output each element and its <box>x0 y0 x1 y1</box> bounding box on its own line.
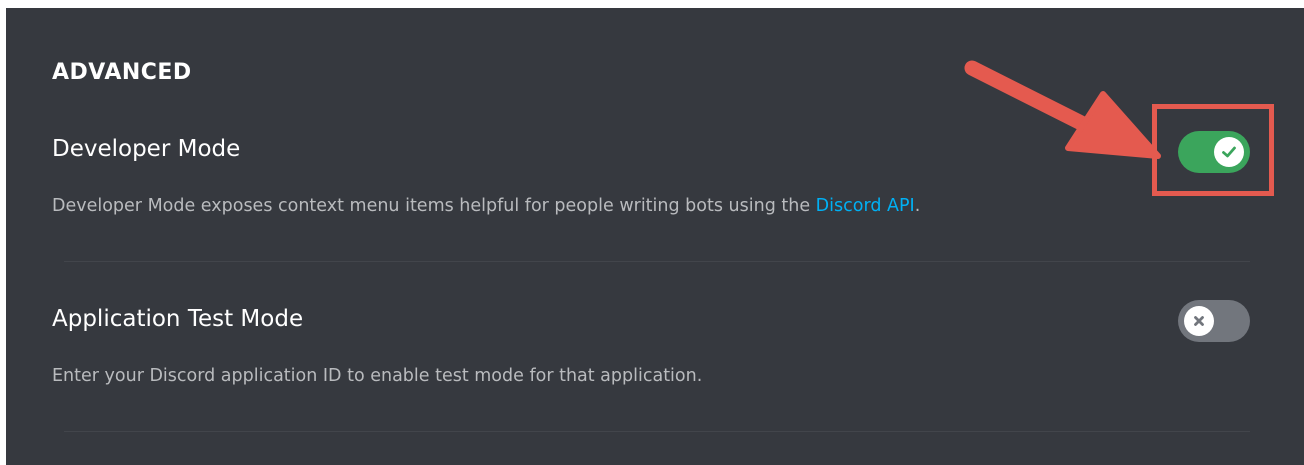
developer-mode-description-end: . <box>914 196 921 216</box>
developer-mode-description-text: Developer Mode exposes context menu item… <box>52 196 816 216</box>
divider <box>64 431 1250 432</box>
developer-mode-title: Developer Mode <box>52 136 241 162</box>
toggle-knob <box>1214 137 1244 167</box>
toggle-knob <box>1184 306 1214 336</box>
checkmark-icon <box>1222 146 1236 158</box>
arrow-icon <box>964 60 1161 159</box>
divider <box>64 261 1250 262</box>
developer-mode-toggle[interactable] <box>1178 131 1250 173</box>
developer-mode-description: Developer Mode exposes context menu item… <box>52 196 920 216</box>
discord-api-link[interactable]: Discord API <box>816 196 915 216</box>
settings-panel: ADVANCED Developer Mode Developer Mode e… <box>6 8 1304 465</box>
section-title: ADVANCED <box>52 60 192 85</box>
application-test-mode-toggle[interactable] <box>1178 300 1250 342</box>
application-test-mode-title: Application Test Mode <box>52 306 304 332</box>
x-icon <box>1194 316 1204 326</box>
application-test-mode-description: Enter your Discord application ID to ena… <box>52 366 703 386</box>
